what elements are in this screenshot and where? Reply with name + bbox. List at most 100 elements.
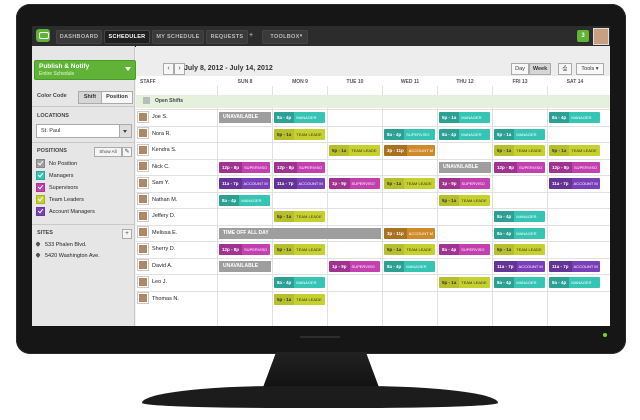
shift-block[interactable]: 5p - 1a TEAM LEADE bbox=[494, 244, 545, 255]
shift-block[interactable]: 5p - 1a TEAM LEADE bbox=[274, 244, 325, 255]
tools-button[interactable]: Tools ▾ bbox=[576, 63, 604, 75]
shift-block[interactable]: 8a - 4p MANAGER bbox=[219, 194, 270, 206]
shift-block[interactable]: 8a - 4p SUPERVISO bbox=[439, 244, 490, 255]
position-item-supervisors[interactable]: Supervisors bbox=[36, 183, 78, 192]
site-item[interactable]: 5420 Washington Ave. bbox=[35, 252, 100, 259]
availability-block[interactable]: UNAVAILABLE bbox=[219, 260, 271, 272]
day-column-header[interactable]: TUE 10 bbox=[328, 79, 382, 85]
shift-block[interactable]: 11a - 7p ACCOUNT M bbox=[494, 260, 545, 272]
requests-add-icon[interactable]: + bbox=[246, 30, 256, 42]
day-column-header[interactable]: MON 9 bbox=[273, 79, 327, 85]
staff-row-name[interactable]: Melissa E. bbox=[138, 226, 177, 240]
shift-block[interactable]: 5p - 1a TEAM LEADE bbox=[384, 178, 435, 189]
staff-row-name[interactable]: Nora R. bbox=[138, 127, 171, 141]
shift-block[interactable]: 8a - 4p MANAGER bbox=[494, 227, 545, 239]
shift-block[interactable]: 8a - 4p MANAGER bbox=[439, 128, 490, 140]
shift-block[interactable]: 3p - 11p ACCOUNT M bbox=[384, 227, 435, 239]
position-item-team-leaders[interactable]: Team Leaders bbox=[36, 195, 84, 204]
shift-block[interactable]: 5p - 1a TEAM LEADE bbox=[439, 194, 490, 206]
checkbox-icon[interactable] bbox=[36, 207, 45, 216]
edit-icon[interactable]: ✎ bbox=[122, 147, 132, 157]
prev-week-icon[interactable]: ‹ bbox=[163, 63, 174, 75]
shift-block[interactable]: 12p - 8p SUPERVISO bbox=[494, 161, 545, 173]
shift-block[interactable]: 8a - 4p MANAGER bbox=[274, 112, 325, 123]
user-avatar[interactable] bbox=[593, 28, 609, 45]
shift-block[interactable]: 3p - 11p ACCOUNT M bbox=[384, 145, 435, 156]
shift-block[interactable]: 5p - 1a MANAGER bbox=[439, 112, 490, 123]
publish-notify-button[interactable]: Publish & Notify Entire Schedule bbox=[34, 60, 136, 80]
printer-icon[interactable]: ⎙ bbox=[558, 63, 572, 75]
view-day-button[interactable]: Day bbox=[511, 63, 529, 75]
color-code-position[interactable]: Position bbox=[101, 91, 133, 104]
availability-block[interactable]: UNAVAILABLE bbox=[219, 112, 271, 123]
checkbox-icon[interactable] bbox=[36, 159, 45, 168]
shift-block[interactable]: 8a - 4p MANAGER bbox=[274, 277, 325, 288]
shift-block[interactable]: 11a - 7p ACCOUNT M bbox=[549, 178, 600, 189]
staff-row-name[interactable]: Leo J. bbox=[138, 275, 167, 289]
shift-block[interactable]: 5p - 1a TEAM LEADE bbox=[549, 145, 600, 156]
show-all-button[interactable]: Show All bbox=[94, 147, 122, 157]
shift-block[interactable]: 11a - 7p ACCOUNT M bbox=[219, 178, 270, 189]
staff-row-name[interactable]: Nathan M. bbox=[138, 193, 177, 207]
availability-block[interactable]: TIME OFF ALL DAY bbox=[219, 227, 381, 239]
shift-block[interactable]: 12p - 8p SUPERVISO bbox=[219, 244, 270, 255]
color-code-shift[interactable]: Shift bbox=[78, 91, 102, 104]
notification-badge[interactable]: 3 bbox=[577, 30, 589, 42]
app-logo-icon[interactable] bbox=[36, 29, 50, 42]
day-column-header[interactable]: WED 11 bbox=[383, 79, 437, 85]
checkbox-icon[interactable] bbox=[36, 195, 45, 204]
shift-block[interactable]: 1p - 9p SUPERVISO bbox=[329, 178, 380, 189]
tab-my-schedule[interactable]: MY SCHEDULE bbox=[152, 30, 204, 44]
shift-block[interactable]: 5p - 1a TEAM LEADE bbox=[439, 277, 490, 288]
staff-row-name[interactable]: David A. bbox=[138, 259, 172, 273]
position-item-managers[interactable]: Managers bbox=[36, 171, 73, 180]
position-item-account-managers[interactable]: Account Managers bbox=[36, 207, 95, 216]
day-column-header[interactable]: FRI 13 bbox=[493, 79, 547, 85]
shift-block[interactable]: 5p - 1a TEAM LEADE bbox=[274, 293, 325, 305]
site-item[interactable]: 533 Phalen Blvd. bbox=[35, 241, 87, 248]
shift-block[interactable]: 8a - 4p SUPERVISO bbox=[384, 128, 435, 140]
tab-scheduler[interactable]: SCHEDULER bbox=[104, 30, 150, 44]
shift-block[interactable]: 5p - 1a TEAM LEADE bbox=[384, 244, 435, 255]
publish-chevron-down-icon[interactable] bbox=[125, 67, 131, 71]
checkbox-icon[interactable] bbox=[36, 183, 45, 192]
staff-row-name[interactable]: Thomas N. bbox=[138, 292, 179, 306]
shift-block[interactable]: 12p - 8p SUPERVISO bbox=[274, 161, 325, 173]
tab-dashboard[interactable]: DASHBOARD bbox=[56, 30, 102, 44]
staff-row-name[interactable]: Kendra S. bbox=[138, 143, 176, 157]
shift-block[interactable]: 8a - 4p MANAGER bbox=[549, 277, 600, 288]
add-site-icon[interactable]: + bbox=[122, 229, 132, 239]
position-item-no-position[interactable]: No Position bbox=[36, 159, 77, 168]
shift-block[interactable]: 5p - 1a TEAM LEADE bbox=[494, 145, 545, 156]
chevron-down-icon[interactable] bbox=[119, 125, 131, 137]
shift-block[interactable]: 8a - 4p MANAGER bbox=[494, 277, 545, 288]
shift-block[interactable]: 12p - 8p SUPERVISO bbox=[549, 161, 600, 173]
shift-block[interactable]: 1p - 9p SUPERVISO bbox=[329, 260, 380, 272]
toolbox-chevron-down-icon[interactable]: ▾ bbox=[296, 30, 306, 42]
staff-row-name[interactable]: Joe S. bbox=[138, 110, 168, 124]
location-select[interactable]: St. Paul bbox=[36, 124, 132, 138]
shift-block[interactable]: 5p - 1a TEAM LEADE bbox=[274, 128, 325, 140]
open-shifts-checkbox-icon[interactable] bbox=[143, 97, 150, 104]
shift-block[interactable]: 5p - 1a TEAM LEADE bbox=[329, 145, 380, 156]
shift-block[interactable]: 1p - 9p SUPERVISO bbox=[439, 178, 490, 189]
view-week-button[interactable]: Week bbox=[529, 63, 551, 75]
day-column-header[interactable]: THU 12 bbox=[438, 79, 492, 85]
shift-block[interactable]: 5p - 1a MANAGER bbox=[494, 128, 545, 140]
shift-block[interactable]: 8a - 4p MANAGER bbox=[384, 260, 435, 272]
day-column-header[interactable]: SAT 14 bbox=[548, 79, 602, 85]
staff-row-name[interactable]: Jeffery D. bbox=[138, 209, 175, 223]
staff-row-name[interactable]: Sherry D. bbox=[138, 242, 175, 256]
shift-block[interactable]: 11a - 7p ACCOUNT M bbox=[274, 178, 325, 189]
availability-block[interactable]: UNAVAILABLE bbox=[439, 161, 491, 173]
shift-block[interactable]: 12p - 8p SUPERVISO bbox=[219, 161, 270, 173]
tab-requests[interactable]: REQUESTS bbox=[206, 30, 248, 44]
checkbox-icon[interactable] bbox=[36, 171, 45, 180]
shift-block[interactable]: 8a - 4p MANAGER bbox=[494, 211, 545, 222]
staff-row-name[interactable]: Sam Y. bbox=[138, 176, 169, 190]
shift-block[interactable]: 8a - 4p MANAGER bbox=[549, 112, 600, 123]
shift-block[interactable]: 5p - 1a TEAM LEADE bbox=[274, 211, 325, 222]
day-column-header[interactable]: SUN 8 bbox=[218, 79, 272, 85]
shift-block[interactable]: 11a - 7p ACCOUNT M bbox=[549, 260, 600, 272]
staff-row-name[interactable]: Nick C. bbox=[138, 160, 170, 174]
